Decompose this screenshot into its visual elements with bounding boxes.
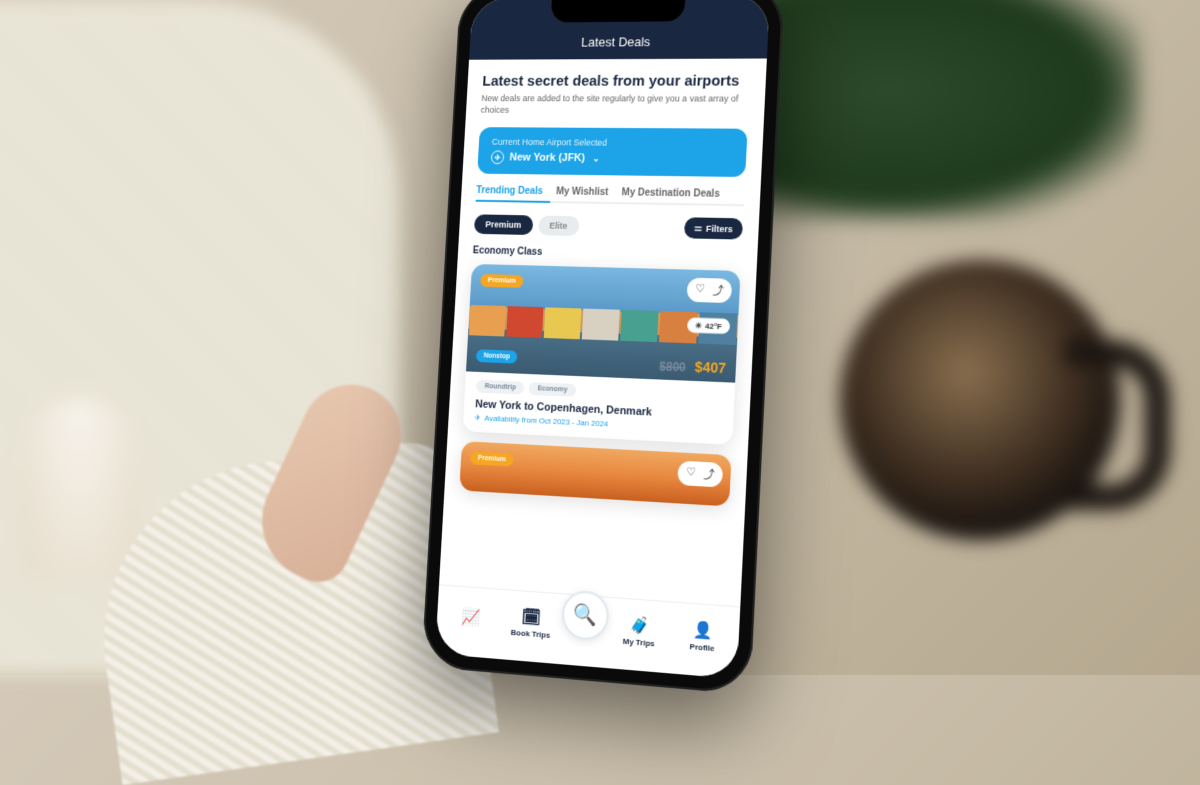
heart-icon[interactable]: ♡ (695, 282, 706, 298)
chevron-down-icon: ⌄ (592, 153, 600, 164)
card-action-pill: ♡ ⤴ (687, 277, 733, 303)
nav-deals[interactable]: 📈 (440, 604, 501, 631)
tab-trending-deals[interactable]: Trending Deals (476, 185, 543, 197)
luggage-icon: 🧳 (629, 614, 650, 636)
deals-tabs: Trending Deals My Wishlist My Destinatio… (476, 185, 745, 200)
filters-button[interactable]: ⚌ Filters (684, 217, 743, 239)
deal-card[interactable]: Premium ♡ ⤴ (459, 441, 731, 506)
page-heading: Latest secret deals from your airports (482, 72, 750, 89)
price-new: $407 (695, 359, 727, 376)
badge-premium: Premium (470, 451, 514, 466)
plane-icon: ✈ (474, 413, 481, 422)
home-airport-selector[interactable]: Current Home Airport Selected ✈ New York… (477, 127, 747, 177)
trend-icon: 📈 (461, 606, 481, 627)
nav-book-trips[interactable]: 🗓 Book Trips (500, 604, 563, 640)
search-globe-icon: 🔍 (573, 601, 598, 628)
page-subheading: New deals are added to the site regularl… (480, 93, 749, 117)
header-title: Latest Deals (581, 34, 651, 49)
plane-icon: ✈ (491, 150, 505, 164)
filters-icon: ⚌ (694, 222, 702, 233)
heart-icon[interactable]: ♡ (685, 465, 696, 482)
airport-value: New York (JFK) (509, 151, 585, 164)
badge-nonstop: Nonstop (476, 349, 518, 363)
sun-icon: ☀ (695, 321, 703, 330)
deal-image: Premium Nonstop ♡ ⤴ ☀ 42°F $800 $407 (466, 264, 741, 383)
badge-premium: Premium (480, 274, 524, 288)
airport-label: Current Home Airport Selected (492, 137, 734, 149)
tab-my-wishlist[interactable]: My Wishlist (556, 186, 609, 198)
pill-economy: Economy (529, 382, 577, 397)
profile-icon: 👤 (692, 619, 713, 641)
share-icon[interactable]: ⤴ (712, 282, 724, 298)
card-action-pill: ♡ ⤴ (677, 460, 723, 487)
pill-roundtrip: Roundtrip (476, 380, 525, 395)
nav-profile[interactable]: 👤 Profile (670, 617, 736, 654)
deal-card[interactable]: Premium Nonstop ♡ ⤴ ☀ 42°F $800 $407 (463, 264, 741, 445)
temperature-pill: ☀ 42°F (687, 317, 730, 334)
chip-premium[interactable]: Premium (474, 214, 533, 235)
tab-my-destination-deals[interactable]: My Destination Deals (621, 187, 720, 199)
phone-mockup: Latest Deals Latest secret deals from yo… (421, 0, 784, 694)
section-economy-class: Economy Class (473, 245, 742, 262)
chip-elite[interactable]: Elite (538, 215, 580, 235)
price-row: $800 $407 (659, 357, 726, 376)
book-icon: 🗓 (521, 606, 541, 628)
price-old: $800 (659, 359, 686, 374)
nav-my-trips[interactable]: 🧳 My Trips (607, 613, 671, 650)
nav-search[interactable]: 🔍 (561, 588, 610, 640)
deal-image: Premium ♡ ⤴ (459, 441, 731, 506)
share-icon[interactable]: ⤴ (703, 466, 715, 483)
